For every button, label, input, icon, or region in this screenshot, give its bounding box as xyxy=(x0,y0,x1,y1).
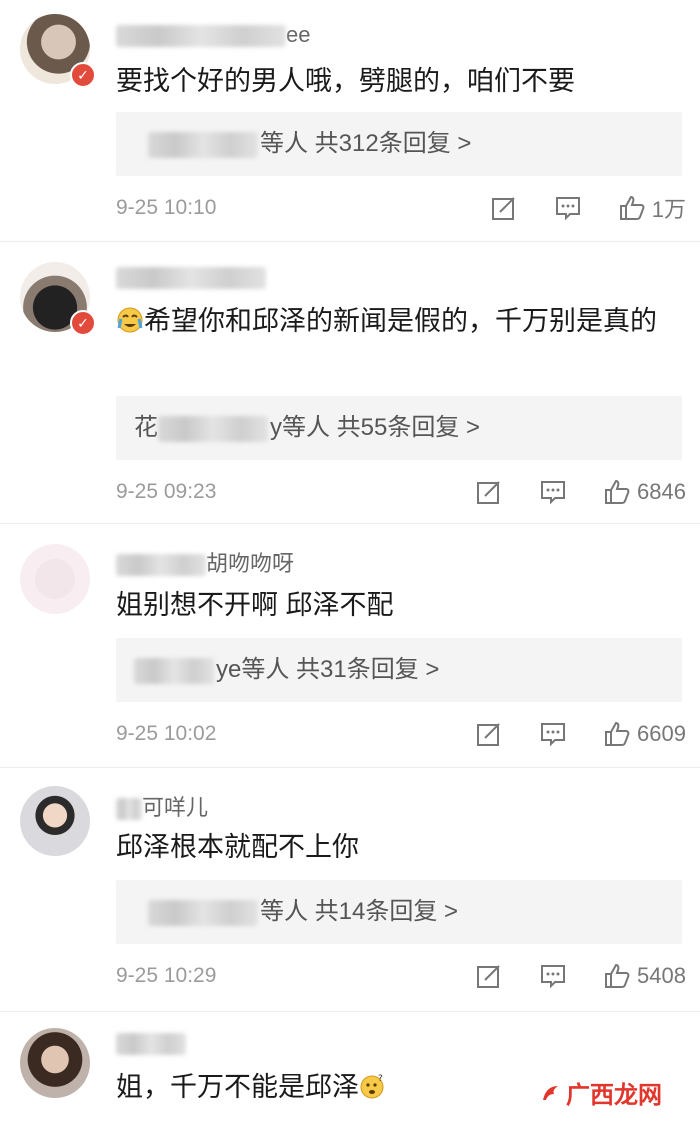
like-icon[interactable] xyxy=(603,478,631,506)
blurred-username xyxy=(116,25,286,48)
like-icon[interactable] xyxy=(618,194,646,222)
site-watermark: 广西龙网 xyxy=(532,1071,670,1114)
comment-actions: 1万 xyxy=(490,190,686,226)
blurred-username xyxy=(116,267,266,290)
blurred-username xyxy=(116,798,142,821)
like-count: 6846 xyxy=(637,479,686,504)
comment-actions: 6609 xyxy=(475,716,686,752)
comment-icon[interactable] xyxy=(539,962,567,990)
blurred-username xyxy=(116,554,206,577)
avatar[interactable] xyxy=(20,786,90,856)
comment-item-2: ✓ 希望你和邱泽的新闻是假的，千万别是真的 花 y等人 共55条回复 > 9-25… xyxy=(0,242,700,524)
comment-icon[interactable] xyxy=(554,194,582,222)
edit-icon[interactable] xyxy=(490,194,518,222)
verified-badge: ✓ xyxy=(70,62,96,88)
like-count: 5408 xyxy=(637,963,686,988)
avatar[interactable] xyxy=(20,544,90,614)
comment-time: 9-25 10:29 xyxy=(116,964,217,987)
svg-text:?: ? xyxy=(378,1074,383,1084)
username[interactable]: 胡吻吻呀 xyxy=(116,546,294,578)
avatar[interactable] xyxy=(20,1028,90,1098)
dragon-logo-icon xyxy=(543,1085,558,1100)
comment-text: 要找个好的男人哦，劈腿的，咱们不要 xyxy=(116,66,575,96)
comment-time: 9-25 10:02 xyxy=(116,722,217,745)
edit-icon[interactable] xyxy=(475,720,503,748)
reply-summary[interactable]: ye等人 共31条回复 > xyxy=(116,638,682,702)
reply-summary[interactable]: 等人 共14条回复 > xyxy=(116,880,682,944)
comment-actions: 6846 xyxy=(475,474,686,510)
username[interactable] xyxy=(116,264,266,290)
username[interactable] xyxy=(116,1030,186,1056)
edit-icon[interactable] xyxy=(475,962,503,990)
comment-text: 姐别想不开啊 邱泽不配 xyxy=(116,590,394,620)
reply-summary[interactable]: 花 y等人 共55条回复 > xyxy=(116,396,682,460)
comment-icon[interactable] xyxy=(539,478,567,506)
comment-item-1: ✓ ee 要找个好的男人哦，劈腿的，咱们不要 等人 共312条回复 > 9-25… xyxy=(0,0,700,242)
comment-icon[interactable] xyxy=(539,720,567,748)
comment-time: 9-25 10:10 xyxy=(116,196,217,219)
comment-item-4: 可咩儿 邱泽根本就配不上你 等人 共14条回复 > 9-25 10:29 540… xyxy=(0,768,700,1012)
blurred-reply-user xyxy=(148,899,258,926)
blurred-reply-user xyxy=(148,131,258,158)
crying-emoji xyxy=(117,307,143,333)
like-count: 1万 xyxy=(651,197,686,222)
comment-actions: 5408 xyxy=(475,958,686,994)
reply-summary[interactable]: 等人 共312条回复 > xyxy=(116,112,682,176)
username[interactable]: ee xyxy=(116,22,310,48)
blurred-username xyxy=(116,1033,186,1056)
like-icon[interactable] xyxy=(603,962,631,990)
blurred-reply-user xyxy=(134,657,214,684)
blurred-reply-user xyxy=(158,415,268,442)
comment-text: 邱泽根本就配不上你 xyxy=(116,832,359,862)
verified-badge: ✓ xyxy=(70,310,96,336)
like-count: 6609 xyxy=(637,721,686,746)
edit-icon[interactable] xyxy=(475,478,503,506)
comment-text: 希望你和邱泽的新闻是假的，千万别是真的 xyxy=(116,300,676,342)
like-icon[interactable] xyxy=(603,720,631,748)
comment-time: 9-25 09:23 xyxy=(116,480,217,503)
thinking-emoji: ? xyxy=(360,1074,384,1099)
username[interactable]: 可咩儿 xyxy=(116,790,208,822)
comment-item-3: 胡吻吻呀 姐别想不开啊 邱泽不配 ye等人 共31条回复 > 9-25 10:0… xyxy=(0,524,700,768)
